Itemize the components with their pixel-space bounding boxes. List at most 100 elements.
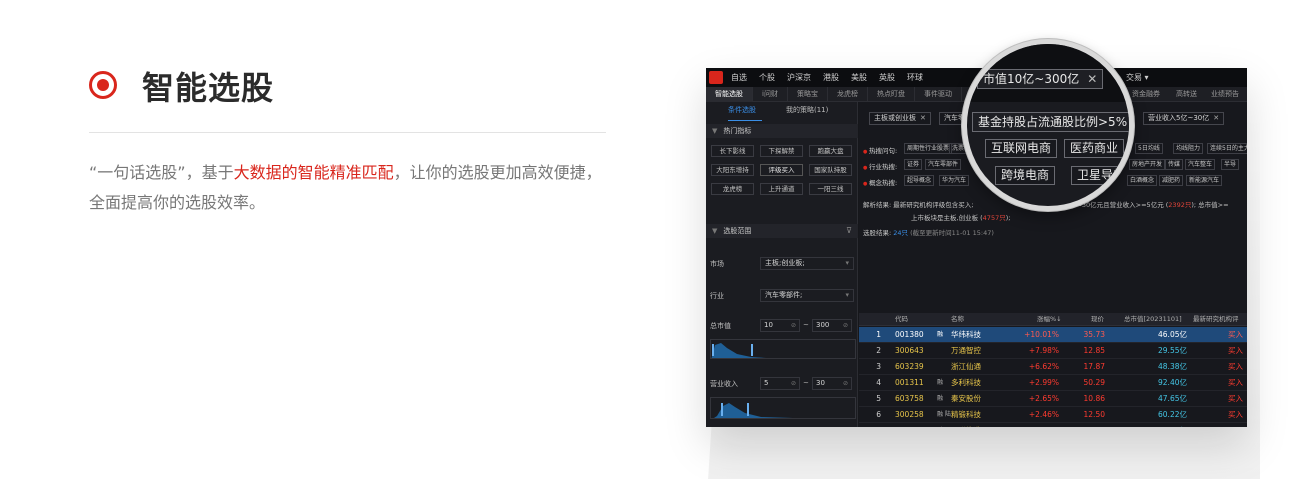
hot-question-chip[interactable]: 周期性行业股票: [904, 143, 953, 154]
cap-max-value: 300: [816, 321, 830, 329]
desc-pre: “一句话选股”，基于: [89, 163, 234, 182]
table-row[interactable]: 5 603758 融秦安股份 +2.65% 10.86 47.65亿 买入: [859, 391, 1247, 407]
hot-question-chip[interactable]: 均线阻力: [1173, 143, 1204, 154]
close-icon[interactable]: ✕: [1213, 114, 1219, 122]
industry-chip[interactable]: 汽车整车: [1185, 159, 1216, 170]
tab[interactable]: 策略宝: [788, 86, 828, 102]
magnified-area: 市值10亿~300亿 ✕ 基金持股占流通股比例>5% 互联网电商 医药商业 跨境电…: [967, 44, 1129, 206]
menu-item[interactable]: 自选: [731, 72, 747, 83]
tab-smart-pick[interactable]: 智能选股: [706, 86, 753, 102]
cell-chg: +1.92%: [1009, 423, 1059, 427]
industry-chip[interactable]: 半导: [1221, 159, 1240, 170]
menu-item[interactable]: 英股: [879, 72, 895, 83]
tab-conditions[interactable]: 条件选股: [728, 105, 756, 115]
magnified-concept-chip[interactable]: 互联网电商: [985, 139, 1058, 158]
menu-item[interactable]: 沪深京: [787, 72, 811, 83]
cell-code: 603758: [895, 394, 924, 403]
col-header-name[interactable]: 名称: [951, 313, 964, 326]
table-row[interactable]: 6 300258 融 陆精锻科技 +2.46% 12.50 60.22亿 买入: [859, 407, 1247, 423]
condition-tag[interactable]: 营业收入5亿~30亿 ✕: [1143, 112, 1225, 125]
tab[interactable]: 事件驱动: [915, 86, 962, 102]
table-row[interactable]: 4 001311 融多利科技 +2.99% 50.29 92.40亿 买入: [859, 375, 1247, 391]
rev-max-input[interactable]: 30 ⊘: [812, 377, 852, 390]
cell-idx: 5: [876, 394, 881, 403]
cell-cap: 40.36亿: [1129, 423, 1187, 427]
market-value: 主板;创业板;: [765, 259, 805, 267]
menu-trade[interactable]: 交易 ▾: [1126, 72, 1149, 83]
table-row[interactable]: 2 300643 万通智控 +7.98% 12.85 29.55亿 买入: [859, 343, 1247, 359]
quick-filter-button[interactable]: 大阳东增持: [711, 164, 754, 176]
condition-tag[interactable]: 主板或创业板 ✕: [869, 112, 931, 125]
filter-icon[interactable]: ⊽: [846, 224, 852, 238]
close-icon[interactable]: ✕: [1087, 72, 1097, 86]
quick-filter-button[interactable]: 龙虎榜: [711, 183, 754, 195]
clear-icon[interactable]: ⊘: [843, 320, 848, 331]
industry-chip[interactable]: 汽车零部件: [925, 159, 962, 170]
col-header-market-cap[interactable]: 总市值[20231101]: [1124, 313, 1182, 326]
concept-chip[interactable]: 华为汽车: [939, 175, 970, 186]
tab[interactable]: 热点盯盘: [868, 86, 915, 102]
hot-question-chip[interactable]: 5日均线: [1135, 143, 1163, 154]
range-section-header[interactable]: ▼ 选股范围 ⊽: [706, 224, 858, 238]
cell-tag: 融: [937, 423, 943, 427]
tab[interactable]: 龙虎榜: [828, 86, 868, 102]
tab[interactable]: 高转送: [1176, 87, 1197, 102]
magnified-condition-tag[interactable]: 基金持股占流通股比例>5%: [972, 112, 1129, 132]
col-header-change[interactable]: 涨幅%↓: [1037, 313, 1062, 326]
concept-chip[interactable]: 超导概念: [904, 175, 935, 186]
cell-price: 17.87: [1083, 362, 1105, 371]
menu-item[interactable]: 美股: [851, 72, 867, 83]
cell-idx: 4: [876, 378, 881, 387]
table-row[interactable]: 1 001380 融华纬科技 +10.01% 35.73 46.05亿 买入: [859, 327, 1247, 343]
menu-item[interactable]: 个股: [759, 72, 775, 83]
tab[interactable]: 业绩预告: [1211, 87, 1239, 102]
quick-filter-button[interactable]: 国家队持股: [809, 164, 852, 176]
industry-chip[interactable]: 证券: [904, 159, 923, 170]
quick-filter-button[interactable]: 长下影线: [711, 145, 754, 157]
col-header-code[interactable]: 代码: [895, 313, 908, 326]
quick-filter-button[interactable]: 跑赢大盘: [809, 145, 852, 157]
cell-code: 001311: [895, 378, 924, 387]
clear-icon[interactable]: ⊘: [791, 320, 796, 331]
quick-filter-button[interactable]: 下探解禁: [760, 145, 803, 157]
magnified-concept-chip[interactable]: 跨境电商: [995, 166, 1056, 185]
quick-filter-button[interactable]: 上升通道: [760, 183, 803, 195]
hot-indicators-header[interactable]: ▼ 热门指标: [706, 124, 858, 138]
concept-chip[interactable]: 减肥药: [1159, 175, 1184, 186]
tab[interactable]: 资金融券: [1132, 87, 1160, 102]
magnified-concept-chip[interactable]: 医药商业: [1064, 139, 1125, 158]
rev-min-input[interactable]: 5 ⊘: [760, 377, 800, 390]
concept-chip[interactable]: 新能源汽车: [1186, 175, 1223, 186]
hot-questions-label: 热搜问句:: [863, 145, 897, 155]
menu-item[interactable]: 港股: [823, 72, 839, 83]
cap-range-slider[interactable]: [710, 339, 856, 359]
col-header-price[interactable]: 现价: [1091, 313, 1104, 326]
tab-my-strategies[interactable]: 我的策略(11): [786, 105, 828, 115]
magnified-concept-chip[interactable]: 卫星导航: [1071, 166, 1129, 185]
concept-chip[interactable]: 白酒概念: [1127, 175, 1158, 186]
cell-code: 001380: [895, 330, 924, 339]
menu-item[interactable]: 环球: [907, 72, 923, 83]
quick-filter-button[interactable]: 一阳三线: [809, 183, 852, 195]
clear-icon[interactable]: ⊘: [791, 378, 796, 389]
cap-min-input[interactable]: 10 ⊘: [760, 319, 800, 332]
table-row[interactable]: 3 603239 浙江仙通 +6.62% 17.87 48.38亿 买入: [859, 359, 1247, 375]
table-row[interactable]: 7 001282 融 三联锻造 +1.92% 35.60 40.36亿 --: [859, 423, 1247, 427]
cell-price: 10.86: [1083, 394, 1105, 403]
quick-filter-button[interactable]: 评级买入: [760, 164, 803, 176]
cell-chg: +6.62%: [1028, 362, 1059, 371]
magnified-condition-tag[interactable]: 市值10亿~300亿 ✕: [977, 69, 1104, 89]
col-header-rating[interactable]: 最新研究机构评: [1193, 313, 1239, 326]
cap-max-input[interactable]: 300 ⊘: [812, 319, 852, 332]
industry-chip[interactable]: 传媒: [1165, 159, 1184, 170]
market-select[interactable]: 主板;创业板; ▾: [760, 257, 854, 270]
industry-chip[interactable]: 房地产开发: [1129, 159, 1166, 170]
clear-icon[interactable]: ⊘: [843, 378, 848, 389]
tab[interactable]: i问财: [753, 86, 788, 102]
cell-cap: 60.22亿: [1158, 410, 1187, 419]
revenue-range-slider[interactable]: [710, 397, 856, 419]
hot-question-chip[interactable]: 连续5日的主力: [1207, 143, 1247, 154]
parse-result-line: 解析结果: 最新研究机构评级包含买入;: [863, 199, 973, 209]
industry-select[interactable]: 汽车零部件; ▾: [760, 289, 854, 302]
close-icon[interactable]: ✕: [920, 114, 926, 122]
